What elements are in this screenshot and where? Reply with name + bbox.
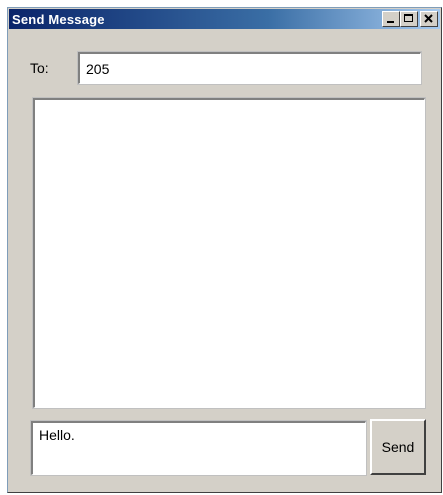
- compose-message-input[interactable]: Hello.: [30, 420, 367, 476]
- close-button[interactable]: [420, 11, 438, 27]
- to-field[interactable]: [77, 51, 422, 85]
- message-history-area[interactable]: [32, 97, 426, 409]
- title-bar[interactable]: Send Message: [9, 9, 440, 29]
- close-icon: [421, 12, 437, 26]
- maximize-button[interactable]: [400, 11, 418, 27]
- minimize-button[interactable]: [382, 11, 400, 27]
- window-title: Send Message: [12, 11, 105, 27]
- to-label: To:: [30, 60, 49, 76]
- minimize-icon: [387, 21, 394, 23]
- send-button[interactable]: Send: [370, 419, 426, 475]
- window-controls: [382, 11, 438, 27]
- maximize-icon: [404, 14, 413, 22]
